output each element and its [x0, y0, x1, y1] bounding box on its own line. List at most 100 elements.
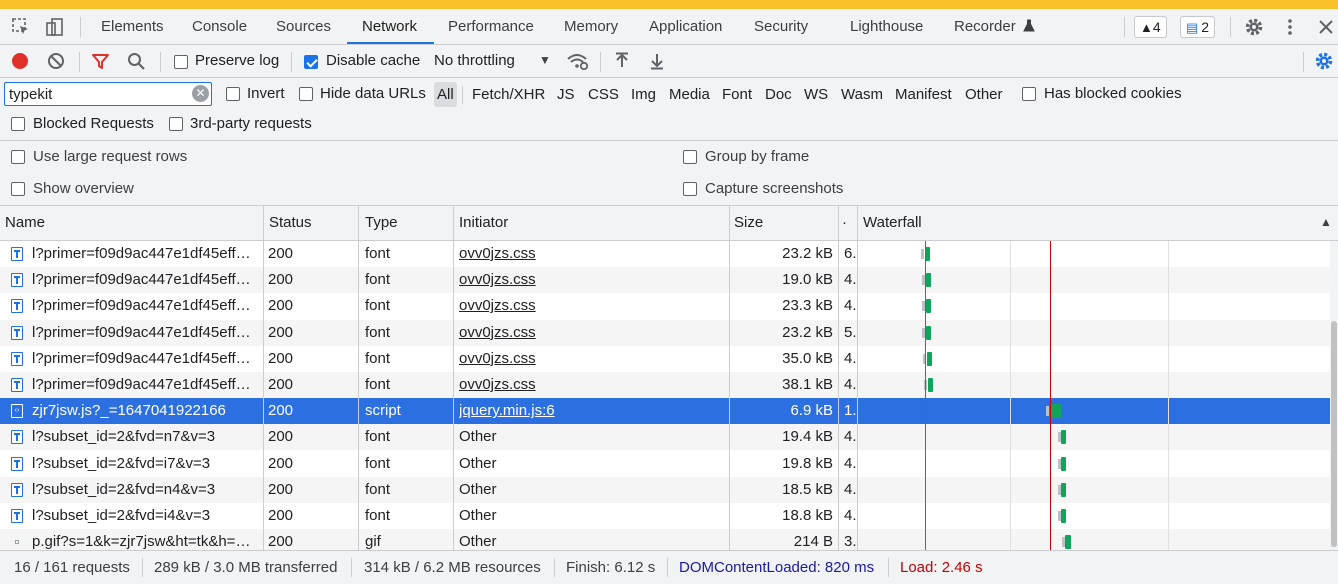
table-scrollbar[interactable]	[1330, 241, 1338, 550]
type-filter-doc[interactable]: Doc	[762, 82, 795, 107]
table-row[interactable]: l?subset_id=2&fvd=n4&v=3 200 font Other 18.5…	[0, 476, 1330, 503]
network-settings-icon[interactable]	[1314, 51, 1334, 71]
record-icon[interactable]	[11, 52, 29, 70]
gear-icon[interactable]	[1244, 17, 1264, 37]
table-row[interactable]: p.gif?s=1&k=zjr7jsw&ht=tk&h=… 200 gif Other…	[0, 529, 1330, 550]
tab-sources[interactable]: Sources	[276, 9, 331, 44]
column-header-type[interactable]: Type	[360, 206, 453, 240]
clear-filter-icon[interactable]: ✕	[192, 85, 209, 102]
table-row[interactable]: l?primer=f09d9ac447e1df45eff… 200 font ovv0…	[0, 267, 1330, 294]
invert-checkbox[interactable]	[226, 87, 240, 101]
more-options-icon[interactable]	[1280, 17, 1300, 37]
show-overview-label: Show overview	[33, 180, 134, 197]
tab-application[interactable]: Application	[649, 9, 722, 44]
type-filter-js[interactable]: JS	[554, 82, 578, 107]
tab-console[interactable]: Console	[192, 9, 247, 44]
clear-icon[interactable]	[47, 52, 65, 70]
tabbar-divider	[80, 17, 81, 37]
type-filter-media[interactable]: Media	[666, 82, 713, 107]
tab-recorder[interactable]: Recorder	[954, 9, 1035, 44]
script-file-icon: ‹›	[11, 404, 23, 419]
show-overview-checkbox[interactable]	[11, 182, 25, 196]
table-row[interactable]: l?subset_id=2&fvd=i4&v=3 200 font Other 18.8…	[0, 503, 1330, 529]
cell-initiator[interactable]: ovv0jzs.css	[459, 267, 725, 293]
table-row[interactable]: l?subset_id=2&fvd=i7&v=3 200 font Other 19.8…	[0, 451, 1330, 477]
table-row[interactable]: l?primer=f09d9ac447e1df45eff… 200 font ovv0…	[0, 241, 1330, 267]
capture-screenshots-checkbox[interactable]	[683, 182, 697, 196]
network-conditions-icon[interactable]	[567, 52, 589, 71]
cell-time: 6.	[844, 245, 856, 262]
cell-name: l?primer=f09d9ac447e1df45eff…	[32, 297, 251, 315]
search-icon[interactable]	[127, 52, 146, 71]
table-row[interactable]: l?primer=f09d9ac447e1df45eff… 200 font ovv0…	[0, 372, 1330, 398]
type-filter-fetch-xhr[interactable]: Fetch/XHR	[469, 82, 548, 107]
tab-security[interactable]: Security	[754, 9, 808, 44]
cell-time: 1.	[844, 402, 856, 420]
messages-badge[interactable]: ▤ 2	[1180, 16, 1216, 38]
table-row[interactable]: l?primer=f09d9ac447e1df45eff… 200 font ovv0…	[0, 346, 1330, 372]
disable-cache-checkbox[interactable]	[304, 55, 318, 69]
devtools-top-stripe	[0, 0, 1338, 9]
cell-type: font	[365, 428, 391, 446]
inspect-element-icon[interactable]	[11, 17, 31, 37]
preserve-log-checkbox[interactable]	[174, 55, 188, 69]
cell-initiator[interactable]: jquery.min.js:6	[459, 398, 725, 424]
column-divider	[729, 206, 730, 550]
type-filter-manifest[interactable]: Manifest	[892, 82, 955, 107]
group-by-frame-checkbox[interactable]	[683, 150, 697, 164]
cell-initiator[interactable]: ovv0jzs.css	[459, 372, 725, 398]
cell-time: 3.	[844, 533, 856, 550]
throttling-select[interactable]: No throttling ▼	[434, 52, 554, 69]
message-icon: ▤	[1186, 20, 1199, 35]
cell-initiator: Other	[459, 428, 497, 446]
hide-data-urls-checkbox[interactable]	[299, 87, 313, 101]
filter-input[interactable]	[4, 82, 212, 106]
export-har-icon[interactable]	[648, 52, 666, 70]
close-icon[interactable]	[1316, 17, 1336, 37]
type-filter-font[interactable]: Font	[719, 82, 755, 107]
column-header-time[interactable]: ·	[839, 206, 857, 240]
table-row[interactable]: l?primer=f09d9ac447e1df45eff… 200 font ovv0…	[0, 319, 1330, 346]
tab-memory[interactable]: Memory	[564, 9, 618, 44]
cell-initiator[interactable]: ovv0jzs.css	[459, 293, 725, 319]
cell-initiator[interactable]: ovv0jzs.css	[459, 346, 725, 372]
cell-status: 200	[268, 533, 294, 550]
type-filter-ws[interactable]: WS	[801, 82, 831, 107]
tab-performance[interactable]: Performance	[448, 9, 534, 44]
sort-ascending-icon[interactable]: ▲	[1320, 215, 1332, 229]
waterfall-bar	[927, 351, 932, 366]
tab-network[interactable]: Network	[362, 9, 417, 44]
type-filter-other[interactable]: Other	[962, 82, 1006, 107]
third-party-requests-checkbox[interactable]	[169, 117, 183, 131]
column-header-size[interactable]: Size	[729, 206, 838, 240]
column-header-initiator[interactable]: Initiator	[454, 206, 729, 240]
throttling-value: No throttling	[434, 52, 515, 69]
filter-icon[interactable]	[91, 52, 110, 71]
column-header-name[interactable]: Name	[0, 206, 264, 240]
warnings-badge[interactable]: ▲4	[1134, 16, 1167, 38]
dropdown-arrow-icon: ▼	[539, 53, 551, 67]
device-toolbar-icon[interactable]	[45, 17, 65, 37]
tab-elements[interactable]: Elements	[101, 9, 164, 44]
column-header-status[interactable]: Status	[264, 206, 358, 240]
import-har-icon[interactable]	[613, 52, 631, 70]
type-filter-all[interactable]: All	[434, 82, 457, 107]
type-filter-wasm[interactable]: Wasm	[838, 82, 886, 107]
waterfall-bar	[1065, 535, 1071, 550]
waterfall-bar	[1061, 509, 1066, 523]
has-blocked-cookies-checkbox[interactable]	[1022, 87, 1036, 101]
large-rows-checkbox[interactable]	[11, 150, 25, 164]
cell-initiator[interactable]: ovv0jzs.css	[459, 320, 725, 346]
type-filter-img[interactable]: Img	[628, 82, 659, 107]
cell-initiator[interactable]: ovv0jzs.css	[459, 241, 725, 267]
cell-type: font	[365, 323, 391, 341]
scrollbar-thumb[interactable]	[1331, 321, 1337, 547]
type-filter-css[interactable]: CSS	[585, 82, 622, 107]
column-header-waterfall[interactable]: Waterfall	[858, 206, 1258, 240]
blocked-requests-checkbox[interactable]	[11, 117, 25, 131]
table-row-selected[interactable]: ‹› zjr7jsw.js?_=1647041922166 200 script jqu…	[0, 398, 1330, 425]
capture-screenshots-label: Capture screenshots	[705, 180, 844, 197]
tab-lighthouse[interactable]: Lighthouse	[850, 9, 923, 44]
table-row[interactable]: l?primer=f09d9ac447e1df45eff… 200 font ovv0…	[0, 293, 1330, 319]
table-row[interactable]: l?subset_id=2&fvd=n7&v=3 200 font Other 19.4…	[0, 424, 1330, 451]
